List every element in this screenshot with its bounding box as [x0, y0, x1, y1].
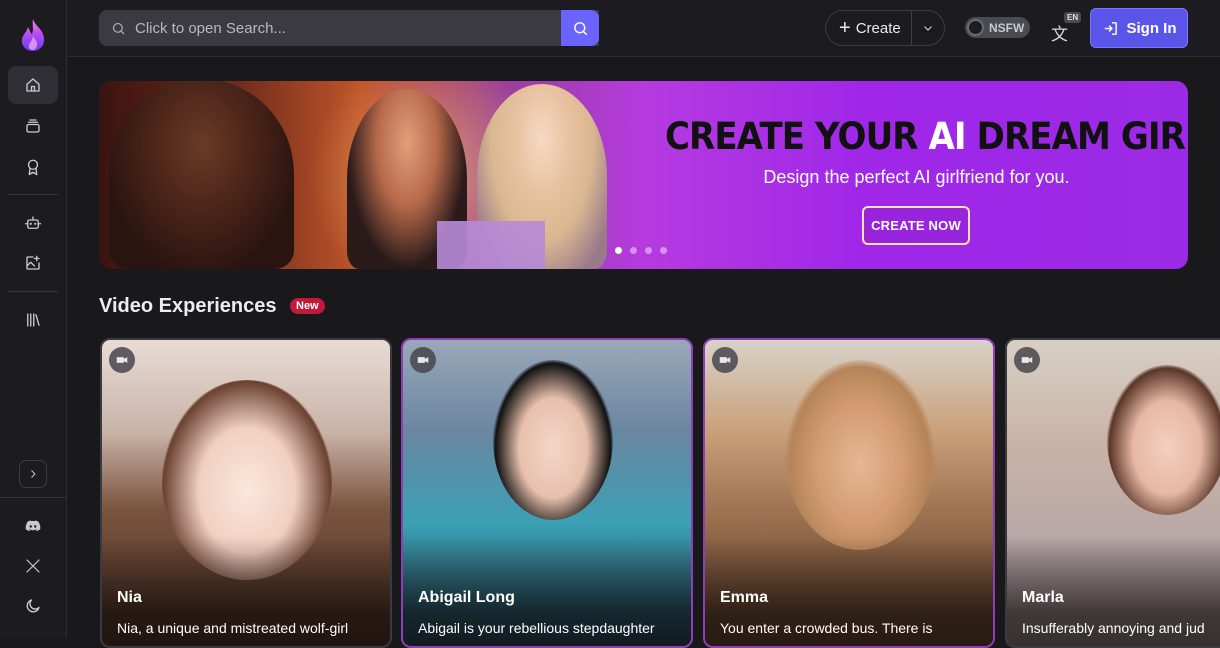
video-icon	[116, 357, 128, 363]
sidebar-item-home[interactable]	[8, 66, 58, 104]
search-input[interactable]	[135, 19, 535, 37]
video-icon	[417, 357, 429, 363]
sidebar-item-stack[interactable]	[8, 107, 58, 145]
video-badge	[712, 347, 738, 373]
flame-logo[interactable]	[19, 18, 47, 52]
library-icon	[27, 313, 40, 327]
video-badge	[109, 347, 135, 373]
sidebar-item-library[interactable]	[8, 301, 58, 339]
x-link[interactable]	[8, 547, 58, 585]
carousel-dot[interactable]	[630, 247, 637, 254]
carousel-dot[interactable]	[615, 247, 622, 254]
nsfw-label: NSFW	[989, 20, 1025, 35]
sign-in-label: Sign In	[1126, 19, 1177, 37]
video-badge	[410, 347, 436, 373]
sidebar-expand-button[interactable]	[19, 460, 47, 488]
search-icon	[112, 22, 125, 35]
stack-icon	[26, 119, 40, 133]
create-label: Create	[855, 19, 901, 37]
chevron-right-icon	[31, 470, 36, 478]
sidebar	[0, 0, 67, 638]
sidebar-item-bot[interactable]	[8, 204, 58, 242]
banner-model-image	[109, 81, 294, 269]
theme-toggle[interactable]	[8, 587, 58, 625]
home-icon	[26, 78, 40, 92]
discord-link[interactable]	[8, 507, 58, 545]
create-button[interactable]: + Create	[826, 11, 912, 45]
video-badge	[1014, 347, 1040, 373]
toggle-knob	[967, 19, 984, 36]
new-badge: New	[290, 298, 325, 314]
card-description: Nia, a unique and mistreated wolf-girl	[117, 620, 349, 636]
card-name: Emma	[720, 589, 769, 606]
sidebar-item-image-generate[interactable]	[8, 244, 58, 282]
search-icon	[573, 21, 587, 35]
character-card[interactable]: Marla Insufferably annoying and jud	[1005, 338, 1220, 648]
sidebar-item-award[interactable]	[8, 148, 58, 186]
moon-icon	[26, 599, 40, 613]
nsfw-toggle[interactable]: NSFW	[965, 17, 1030, 38]
image-plus-icon	[26, 255, 40, 270]
hero-banner[interactable]: CREATE YOUR AI DREAM GIRL Design the per…	[99, 81, 1188, 269]
discord-icon	[25, 520, 41, 532]
card-name: Marla	[1022, 589, 1064, 606]
card-description: Insufferably annoying and jud	[1022, 620, 1205, 636]
banner-subtitle: Design the perfect AI girlfriend for you…	[763, 167, 1070, 187]
card-name: Abigail Long	[418, 589, 515, 606]
create-menu-toggle[interactable]	[912, 22, 944, 34]
video-icon	[1021, 357, 1033, 363]
card-name: Nia	[117, 589, 142, 606]
search-box[interactable]	[99, 10, 599, 46]
sign-in-button[interactable]: Sign In	[1090, 8, 1188, 48]
censor-blur	[437, 221, 545, 269]
carousel-dots	[615, 247, 667, 254]
character-card[interactable]: Abigail Long Abigail is your rebellious …	[401, 338, 693, 648]
robot-icon	[24, 216, 42, 229]
card-description: Abigail is your rebellious stepdaughter	[418, 620, 655, 636]
plus-icon: +	[839, 17, 851, 39]
carousel-dot[interactable]	[660, 247, 667, 254]
search-button[interactable]	[561, 10, 599, 46]
language-selector[interactable]: 文 EN	[1047, 12, 1087, 44]
language-badge: EN	[1064, 12, 1082, 23]
sign-in-icon	[1104, 21, 1117, 35]
card-description: You enter a crowded bus. There is	[720, 620, 933, 636]
video-icon	[719, 357, 731, 363]
character-card[interactable]: Emma You enter a crowded bus. There is	[703, 338, 995, 648]
award-icon	[27, 159, 39, 176]
x-icon	[26, 559, 40, 573]
banner-title: CREATE YOUR AI DREAM GIRL	[665, 115, 1188, 158]
character-card[interactable]: Nia Nia, a unique and mistreated wolf-gi…	[100, 338, 392, 648]
carousel-dot[interactable]	[645, 247, 652, 254]
top-bar: + Create NSFW 文 EN Sign In	[67, 0, 1220, 57]
translate-icon: 文	[1051, 25, 1068, 44]
create-dropdown: + Create	[825, 10, 945, 46]
section-title: Video Experiences	[99, 295, 277, 317]
create-now-button[interactable]: CREATE NOW	[862, 206, 970, 245]
chevron-down-icon	[924, 26, 932, 31]
